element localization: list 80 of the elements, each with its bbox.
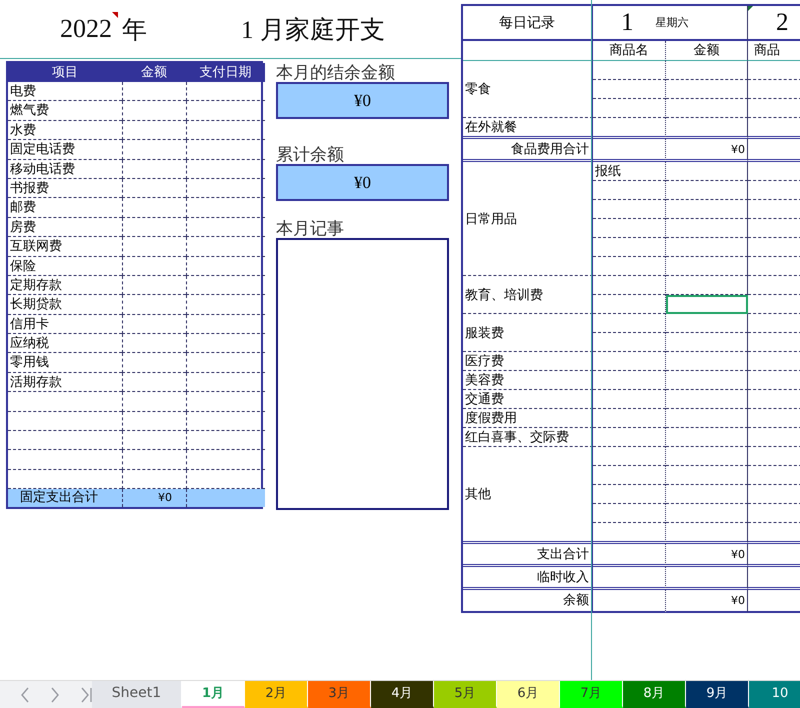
table-cell [122, 218, 186, 238]
total-label: 食品费用合计 [463, 139, 593, 162]
notes-label: 本月记事 [276, 219, 345, 238]
table-cell [122, 237, 186, 257]
table-cell: 长期贷款 [8, 295, 122, 315]
table-cell [122, 314, 186, 334]
table-cell: 活期存款 [8, 372, 122, 392]
sheet-tab[interactable]: 8月 [623, 681, 686, 708]
total-amount: ¥0 [122, 489, 186, 508]
selected-cell[interactable] [666, 295, 748, 314]
column-header: 金额 [666, 41, 748, 61]
sheet-tab[interactable]: 10 [749, 681, 800, 708]
sheet-tab[interactable]: Sheet1 [92, 681, 182, 708]
sheet-tab[interactable]: 2月 [245, 681, 308, 708]
table-cell: 房费 [8, 218, 122, 238]
table-cell [122, 372, 186, 392]
sheet-tab[interactable]: 3月 [308, 681, 371, 708]
table-cell [122, 140, 186, 160]
sheet-tab[interactable]: 6月 [497, 681, 560, 708]
table-cell [122, 412, 186, 432]
table-cell: 电费 [8, 82, 122, 102]
total-label: 余额 [463, 590, 593, 613]
weekday-label: 星期六 [656, 15, 688, 30]
total-label: 固定支出合计 [8, 489, 122, 508]
table-cell: 固定电话费 [8, 140, 122, 160]
total-amount: ¥0 [666, 590, 748, 613]
total-amount: ¥0 [666, 544, 748, 567]
table-cell [122, 82, 186, 102]
summary-label: 累计余额 [276, 145, 345, 164]
chevron-right-icon[interactable] [50, 686, 60, 702]
table-cell: 水费 [8, 120, 122, 140]
table-cell [122, 392, 186, 412]
table-cell [122, 353, 186, 373]
table-cell [122, 256, 186, 276]
column-header: 项目 [8, 63, 122, 82]
sheet-tab[interactable]: 5月 [434, 681, 497, 708]
sheet-title: 1 月家庭开支 [241, 16, 385, 46]
summary-label: 本月的结余金额 [276, 63, 396, 82]
table-cell: 信用卡 [8, 314, 122, 334]
day-number: 2 [776, 8, 788, 36]
table-cell: 保险 [8, 256, 122, 276]
summary-value: ¥0 [276, 82, 449, 119]
table-cell: 邮费 [8, 198, 122, 218]
sheet-tab[interactable]: 7月 [560, 681, 623, 708]
table-cell: 移动电话费 [8, 160, 122, 179]
total-amount: ¥0 [666, 139, 748, 162]
table-cell [122, 431, 186, 450]
table-cell [122, 120, 186, 140]
table-cell [122, 450, 186, 470]
table-cell [122, 295, 186, 315]
column-header: 支付日期 [186, 63, 265, 82]
table-cell [122, 178, 186, 198]
day-number: 1 [621, 8, 634, 36]
table-cell [122, 101, 186, 121]
sheet-tab[interactable]: 1月 [182, 681, 245, 708]
table-cell: 定期存款 [8, 276, 122, 296]
table-cell [122, 334, 186, 354]
column-header: 商品 [748, 41, 800, 61]
table-cell: 燃气费 [8, 101, 122, 121]
table-cell [122, 276, 186, 296]
category-label: 在外就餐 [463, 118, 593, 139]
table-cell: 零用钱 [8, 353, 122, 373]
notes-box[interactable] [276, 238, 449, 510]
table-cell [122, 160, 186, 179]
sheet-tab[interactable]: 9月 [686, 681, 749, 708]
table-cell: 应纳税 [8, 334, 122, 354]
year-unit: 年 [122, 16, 147, 46]
sheet-tab[interactable]: 4月 [371, 681, 434, 708]
column-header: 金额 [122, 63, 186, 82]
column-header: 商品名 [593, 41, 666, 61]
table-cell: 书报费 [8, 178, 122, 198]
chevron-left-icon[interactable] [20, 686, 30, 702]
total-label: 临时收入 [463, 567, 593, 590]
total-label: 支出合计 [463, 544, 593, 567]
year-text: 2022 [60, 14, 112, 44]
last-sheet-icon[interactable] [80, 686, 92, 702]
table-cell: 报纸 [593, 162, 666, 181]
table-cell: 互联网费 [8, 237, 122, 257]
summary-value: ¥0 [276, 164, 449, 201]
table-cell [122, 198, 186, 218]
